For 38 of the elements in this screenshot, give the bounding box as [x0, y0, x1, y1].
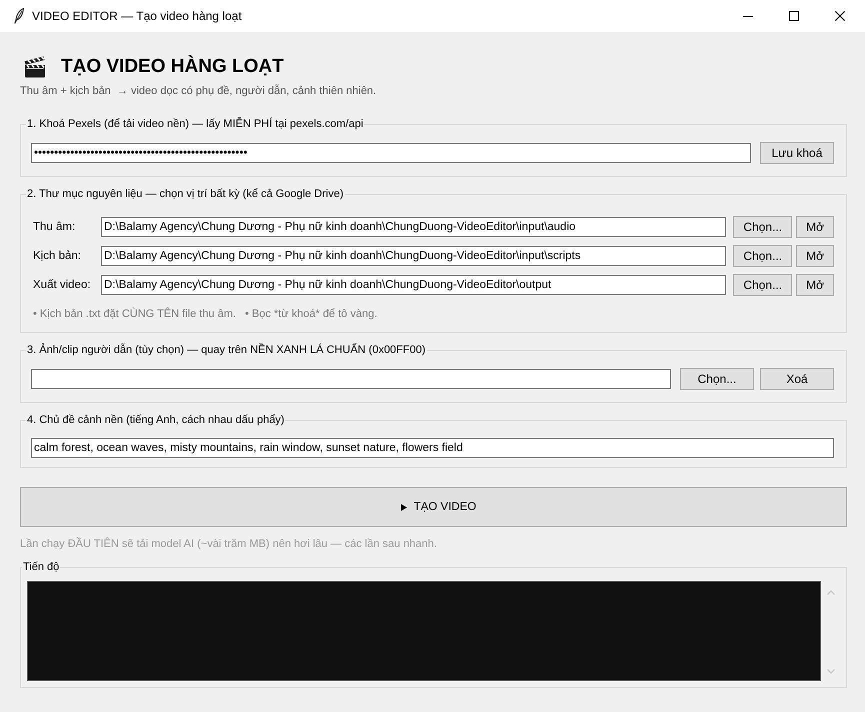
note-text: • Kịch bản .txt đặt CÙNG TÊN file thu âm.	[33, 307, 236, 321]
progress-label: Tiến độ	[22, 560, 60, 574]
app-subtitle: Thu âm + kịch bản → video dọc có phụ đề, người dẫn, cảnh thiên nhiên.	[20, 84, 378, 98]
chevron-down-icon[interactable]	[826, 669, 834, 674]
choose-button[interactable]: Chọn...	[680, 368, 754, 390]
api-key-field[interactable]: •••••••••••••••••••••••••••••••••••••••••••••••••••••	[31, 143, 751, 163]
choose-button[interactable]: Chọn...	[733, 216, 792, 238]
hint-text: Lần chạy ĐẦU TIÊN sẽ tải model AI (~vài trăm MB) nên hơi lâu — các lần sau nhanh.	[20, 537, 438, 551]
section-label: 1. Khoá Pexels (để tải video nền) — lấy MIỄN PHÍ tại pexels.com/api	[26, 117, 364, 131]
section-label: 2. Thư mục nguyên liệu — chọn vị trí bất kỳ (kể cả Google Drive)	[26, 187, 345, 201]
window-title: VIDEO EDITOR — Tạo video hàng loạt	[32, 8, 243, 24]
maximize-icon	[789, 11, 799, 21]
folder-path-field[interactable]: D:\Balamy Agency\Chung Dương - Phụ nữ kinh doanh\ChungDuong-VideoEditor\input\scripts	[101, 246, 726, 266]
section-label: 4. Chủ đề cảnh nền (tiếng Anh, cách nhau dấu phẩy)	[26, 413, 286, 427]
chevron-up-icon[interactable]	[826, 590, 834, 595]
create-video-button[interactable]: TẠO VIDEO	[20, 487, 847, 527]
open-button[interactable]: Mở	[796, 216, 834, 238]
folder-label: Kịch bản:	[33, 250, 82, 262]
feather-icon	[14, 8, 24, 24]
open-button[interactable]: Mở	[796, 274, 834, 296]
close-icon	[835, 11, 845, 21]
choose-button[interactable]: Chọn...	[733, 274, 792, 296]
section-label: 3. Ảnh/clip người dẫn (tùy chọn) — quay trên NỀN XANH LÁ CHUẨN (0x00FF00)	[26, 343, 427, 357]
folder-path-field[interactable]: D:\Balamy Agency\Chung Dương - Phụ nữ kinh doanh\ChungDuong-VideoEditor\output	[101, 275, 726, 295]
folder-path-field[interactable]: D:\Balamy Agency\Chung Dương - Phụ nữ kinh doanh\ChungDuong-VideoEditor\input\audio	[101, 217, 726, 237]
save-key-button[interactable]: Lưu khoá	[760, 142, 834, 164]
play-icon	[400, 504, 407, 510]
choose-button[interactable]: Chọn...	[733, 245, 792, 267]
app-title: TẠO VIDEO HÀNG LOẠT	[61, 55, 284, 79]
presenter-file-field[interactable]	[31, 369, 671, 389]
log-area[interactable]	[27, 581, 821, 681]
note-text: • Bọc *từ khoá* để tô vàng.	[244, 307, 378, 321]
open-button[interactable]: Mở	[796, 245, 834, 267]
topics-field[interactable]: calm forest, ocean waves, misty mountains, rain window, sunset nature, flowers field	[31, 438, 834, 458]
folder-label: Thu âm:	[33, 221, 76, 233]
folder-label: Xuất video:	[33, 279, 92, 291]
clear-button[interactable]: Xoá	[760, 368, 834, 390]
clapperboard-icon	[23, 55, 47, 79]
